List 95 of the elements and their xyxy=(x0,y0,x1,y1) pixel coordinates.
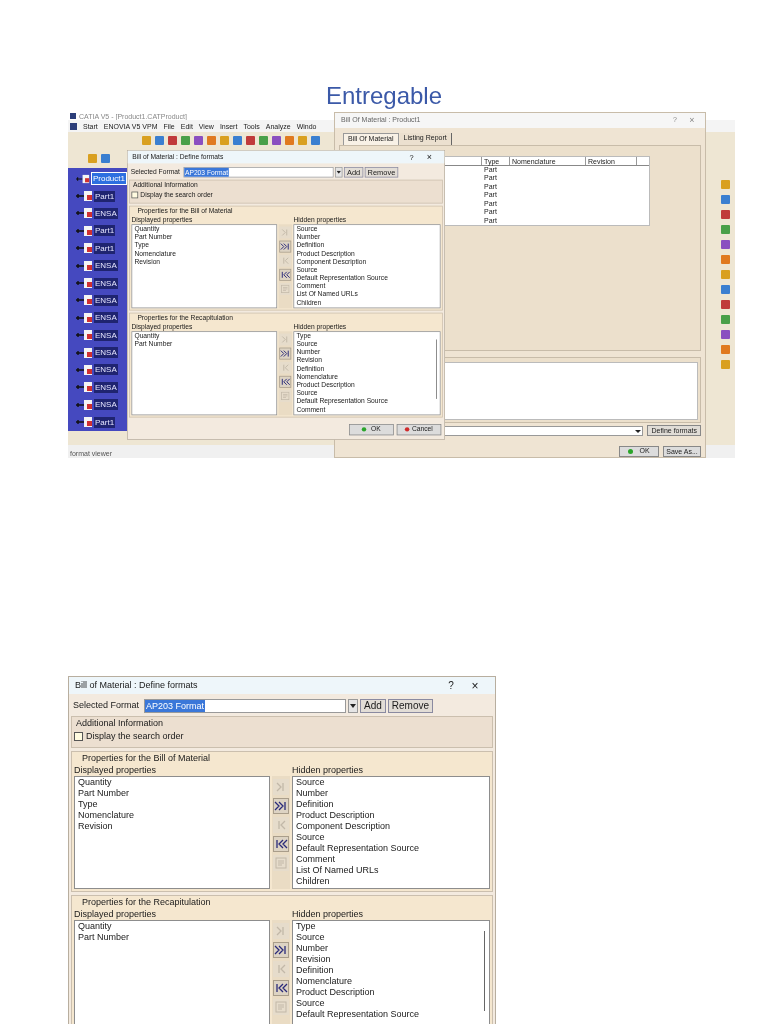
checkbox[interactable] xyxy=(131,191,139,199)
part-node-icon xyxy=(76,277,93,290)
list-item[interactable]: Children xyxy=(296,875,330,887)
part-node-icon xyxy=(76,224,93,237)
tree-item[interactable]: ENSA xyxy=(94,260,118,272)
list-edit-icon xyxy=(275,1000,287,1013)
list-item[interactable]: Component Description xyxy=(296,820,391,832)
list-item[interactable]: Quantity xyxy=(78,776,112,788)
part-node-icon xyxy=(76,242,93,255)
close-button[interactable]: × xyxy=(461,676,489,695)
checkbox[interactable] xyxy=(74,732,83,742)
list-item[interactable]: Source xyxy=(296,776,325,788)
group-title: Properties for the Recapitulation xyxy=(81,895,212,909)
tree-item[interactable]: ENSA xyxy=(94,277,118,289)
list-item[interactable]: Nomenclature xyxy=(296,975,353,987)
list-item[interactable]: Default Representation Source xyxy=(296,842,420,854)
page-heading: Entregable xyxy=(325,82,443,110)
part-node-icon xyxy=(76,311,93,324)
tree-item[interactable]: ENSA xyxy=(94,347,118,359)
list-item[interactable]: Product Description xyxy=(296,986,375,998)
list-item[interactable]: Number xyxy=(296,787,328,799)
part-node-icon xyxy=(76,381,93,394)
add-button[interactable]: Add xyxy=(360,699,386,713)
list-item[interactable]: Nomenclature xyxy=(78,809,135,821)
part-node-icon xyxy=(76,364,93,376)
list-item[interactable]: Revision xyxy=(78,820,113,832)
field-label: Selected Format xyxy=(73,699,140,713)
list-label: Displayed properties xyxy=(74,908,158,920)
list-item[interactable]: Comment xyxy=(296,853,335,865)
tree-item[interactable]: Product1 xyxy=(90,172,127,186)
scrollbar[interactable] xyxy=(484,930,485,1011)
part-node-icon xyxy=(76,398,93,411)
format-input-field[interactable]: AP203 Format xyxy=(144,699,347,713)
move-property-button[interactable] xyxy=(279,347,292,360)
list-item[interactable]: List Of Named URLs xyxy=(296,864,379,876)
tree-item[interactable]: Part1 xyxy=(94,242,116,254)
move-property-button[interactable] xyxy=(279,268,292,281)
list-item[interactable]: Part Number xyxy=(78,931,130,943)
move-property-button[interactable] xyxy=(273,941,289,958)
part-node-icon xyxy=(76,416,93,429)
list-label: Hidden properties xyxy=(292,908,365,920)
list-label: Displayed properties xyxy=(74,764,158,776)
tree-item[interactable]: ENSA xyxy=(94,399,118,411)
tree-item[interactable]: ENSA xyxy=(94,364,118,376)
tree-item[interactable]: ENSA xyxy=(94,312,118,324)
list-item[interactable]: Revision xyxy=(296,953,331,965)
part-node-icon xyxy=(76,172,90,185)
part-node-icon xyxy=(76,207,93,220)
dialog-title: Bill of Material : Define formats xyxy=(75,678,199,692)
dropdown-button[interactable] xyxy=(335,167,343,178)
tree-item[interactable]: Part1 xyxy=(94,225,116,237)
group-title: Additional Information xyxy=(75,717,165,730)
list-item[interactable]: Source xyxy=(296,931,325,943)
tree-item[interactable]: Part1 xyxy=(94,190,116,202)
part-node-icon xyxy=(76,190,93,203)
move-property-button[interactable] xyxy=(279,375,292,388)
move-property-button[interactable] xyxy=(273,835,289,852)
move-property-button[interactable] xyxy=(273,979,289,996)
part-node-icon xyxy=(76,329,93,342)
list-item[interactable]: Definition xyxy=(296,964,334,976)
list-item[interactable]: Default Representation Source xyxy=(296,1008,420,1020)
caret-icon xyxy=(336,170,341,174)
tree-item[interactable]: Part1 xyxy=(94,416,116,428)
checkbox-label: Display the search order xyxy=(86,730,184,743)
dropdown-button[interactable] xyxy=(348,699,359,713)
tree-item[interactable]: ENSA xyxy=(94,329,118,341)
list-item[interactable]: Definition xyxy=(296,798,334,810)
list-item[interactable]: Quantity xyxy=(78,920,112,932)
list-item[interactable]: Number xyxy=(296,942,328,954)
part-node-icon xyxy=(76,259,93,272)
list-item[interactable]: Source xyxy=(296,831,325,843)
displayed-properties-list[interactable]: Quantity Part Number Type Nomenclature Revision xyxy=(74,775,270,889)
part-node-icon xyxy=(76,294,93,307)
part-node-icon xyxy=(76,346,93,359)
list-item[interactable]: Product Description xyxy=(296,809,375,821)
tree-item[interactable]: ENSA xyxy=(94,381,118,393)
help-button[interactable]: ? xyxy=(441,678,461,693)
move-property-button[interactable] xyxy=(273,797,289,814)
group-title: Properties for the Bill of Material xyxy=(81,751,212,765)
remove-button[interactable]: Remove xyxy=(387,699,434,713)
list-item[interactable]: Type xyxy=(78,798,98,810)
move-property-button[interactable] xyxy=(279,240,292,253)
hidden-properties-list[interactable]: Source Number Definition Product Description Component Description Source Default Representation Source Comment List Of Named URLs Children xyxy=(292,775,490,889)
hidden-properties-list[interactable]: Type Source Number Revision Definition Nomenclature Product Description Source Default Representation Source xyxy=(292,919,490,1024)
list-item[interactable]: Type xyxy=(296,920,316,932)
close-button[interactable]: × xyxy=(685,113,699,128)
tree-item[interactable]: ENSA xyxy=(94,207,118,219)
list-item[interactable]: Source xyxy=(296,997,325,1009)
list-label: Hidden properties xyxy=(292,764,365,776)
displayed-properties-list[interactable]: Quantity Part Number xyxy=(74,919,270,1024)
caret-icon xyxy=(350,704,357,708)
list-edit-icon xyxy=(275,856,287,869)
list-item[interactable]: Part Number xyxy=(78,787,130,799)
tree-item[interactable]: ENSA xyxy=(94,294,118,306)
close-button[interactable]: × xyxy=(419,150,440,164)
